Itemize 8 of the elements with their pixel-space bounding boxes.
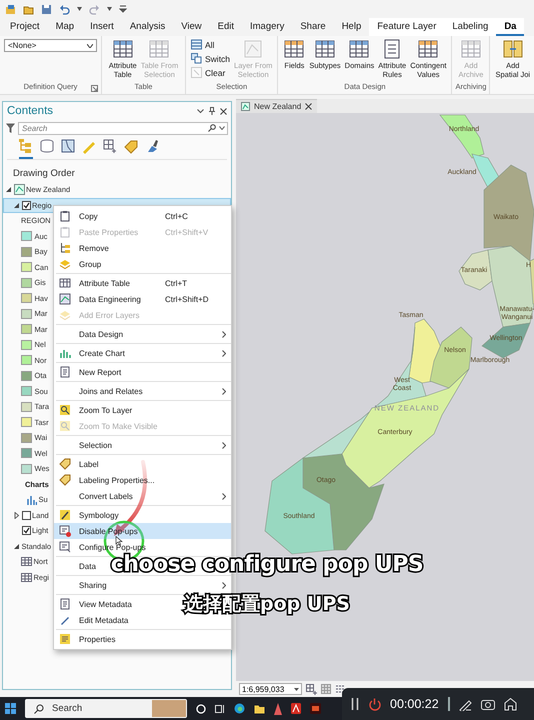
scale-value: 1:6,959,033 [242,684,284,694]
video-caption: 选择配置pop UPS [184,591,350,617]
tab-label: New Zealand [254,102,302,111]
video-caption: choose configure pop UPS [110,552,424,577]
recording-time: 00:00:22 [390,697,439,711]
section-heading: Drawing Order [12,167,76,181]
pane-title: Contents [7,105,54,117]
dropdown-value: <None> [8,41,36,50]
